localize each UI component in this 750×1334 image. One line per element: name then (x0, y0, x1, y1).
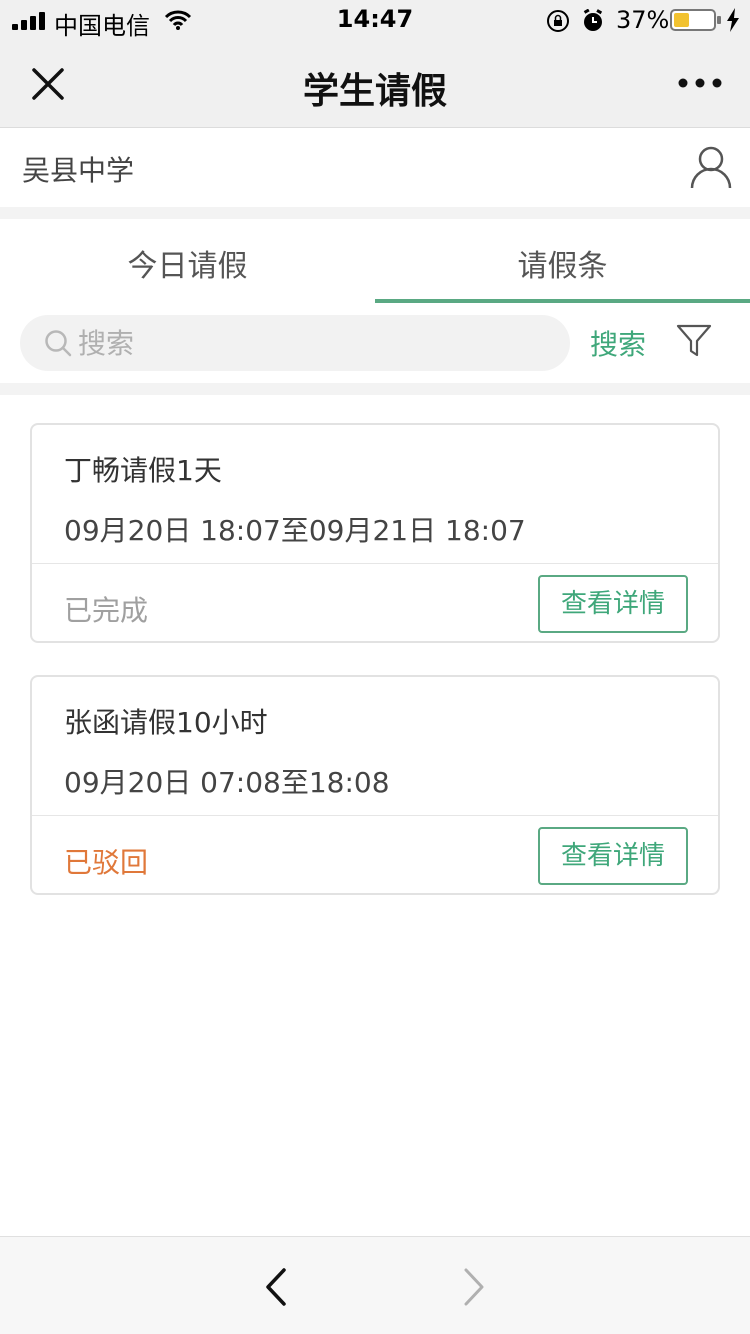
battery-icon (670, 9, 721, 31)
page-title: 学生请假 (302, 71, 447, 112)
more-icon[interactable] (678, 78, 722, 88)
leave-time-range: 09月20日 18:07至09月21日 18:07 (64, 514, 526, 547)
back-arrow-icon[interactable] (264, 1267, 288, 1307)
view-details-button[interactable]: 查看详情 (538, 575, 688, 633)
status-bar: 中国电信 14:47 37% (0, 0, 750, 40)
alarm-icon (583, 9, 603, 31)
leave-title: 丁畅请假1天 (64, 454, 222, 487)
user-icon[interactable] (690, 145, 732, 189)
section-divider (0, 383, 750, 395)
search-icon (45, 330, 72, 357)
leave-title: 张函请假10小时 (64, 706, 268, 739)
orientation-lock-icon (547, 10, 569, 32)
leave-card: 丁畅请假1天 09月20日 18:07至09月21日 18:07 已完成 查看详… (30, 423, 720, 643)
tab-today-leave[interactable]: 今日请假 (0, 219, 375, 303)
leave-time-range: 09月20日 07:08至18:08 (64, 766, 390, 799)
view-details-button[interactable]: 查看详情 (538, 827, 688, 885)
filter-icon[interactable] (676, 323, 712, 359)
leave-status: 已完成 (64, 594, 149, 627)
leave-card: 张函请假10小时 09月20日 07:08至18:08 已驳回 查看详情 (30, 675, 720, 895)
forward-arrow-icon[interactable] (462, 1267, 486, 1307)
school-row: 吴县中学 (0, 129, 750, 207)
nav-bar: 学生请假 (0, 40, 750, 128)
search-button[interactable]: 搜索 (590, 323, 646, 363)
charging-icon (727, 8, 739, 32)
card-divider (32, 815, 718, 816)
search-box[interactable] (20, 315, 570, 371)
section-divider (0, 207, 750, 219)
school-name: 吴县中学 (22, 154, 135, 187)
tab-leave-slips[interactable]: 请假条 (375, 219, 750, 303)
card-divider (32, 563, 718, 564)
leave-status: 已驳回 (64, 846, 149, 879)
bottom-nav-bar (0, 1236, 750, 1334)
tab-bar: 今日请假 请假条 (0, 219, 750, 303)
search-input[interactable] (78, 323, 558, 363)
search-row: 搜索 (0, 303, 750, 383)
battery-percent: 37% (616, 6, 670, 34)
